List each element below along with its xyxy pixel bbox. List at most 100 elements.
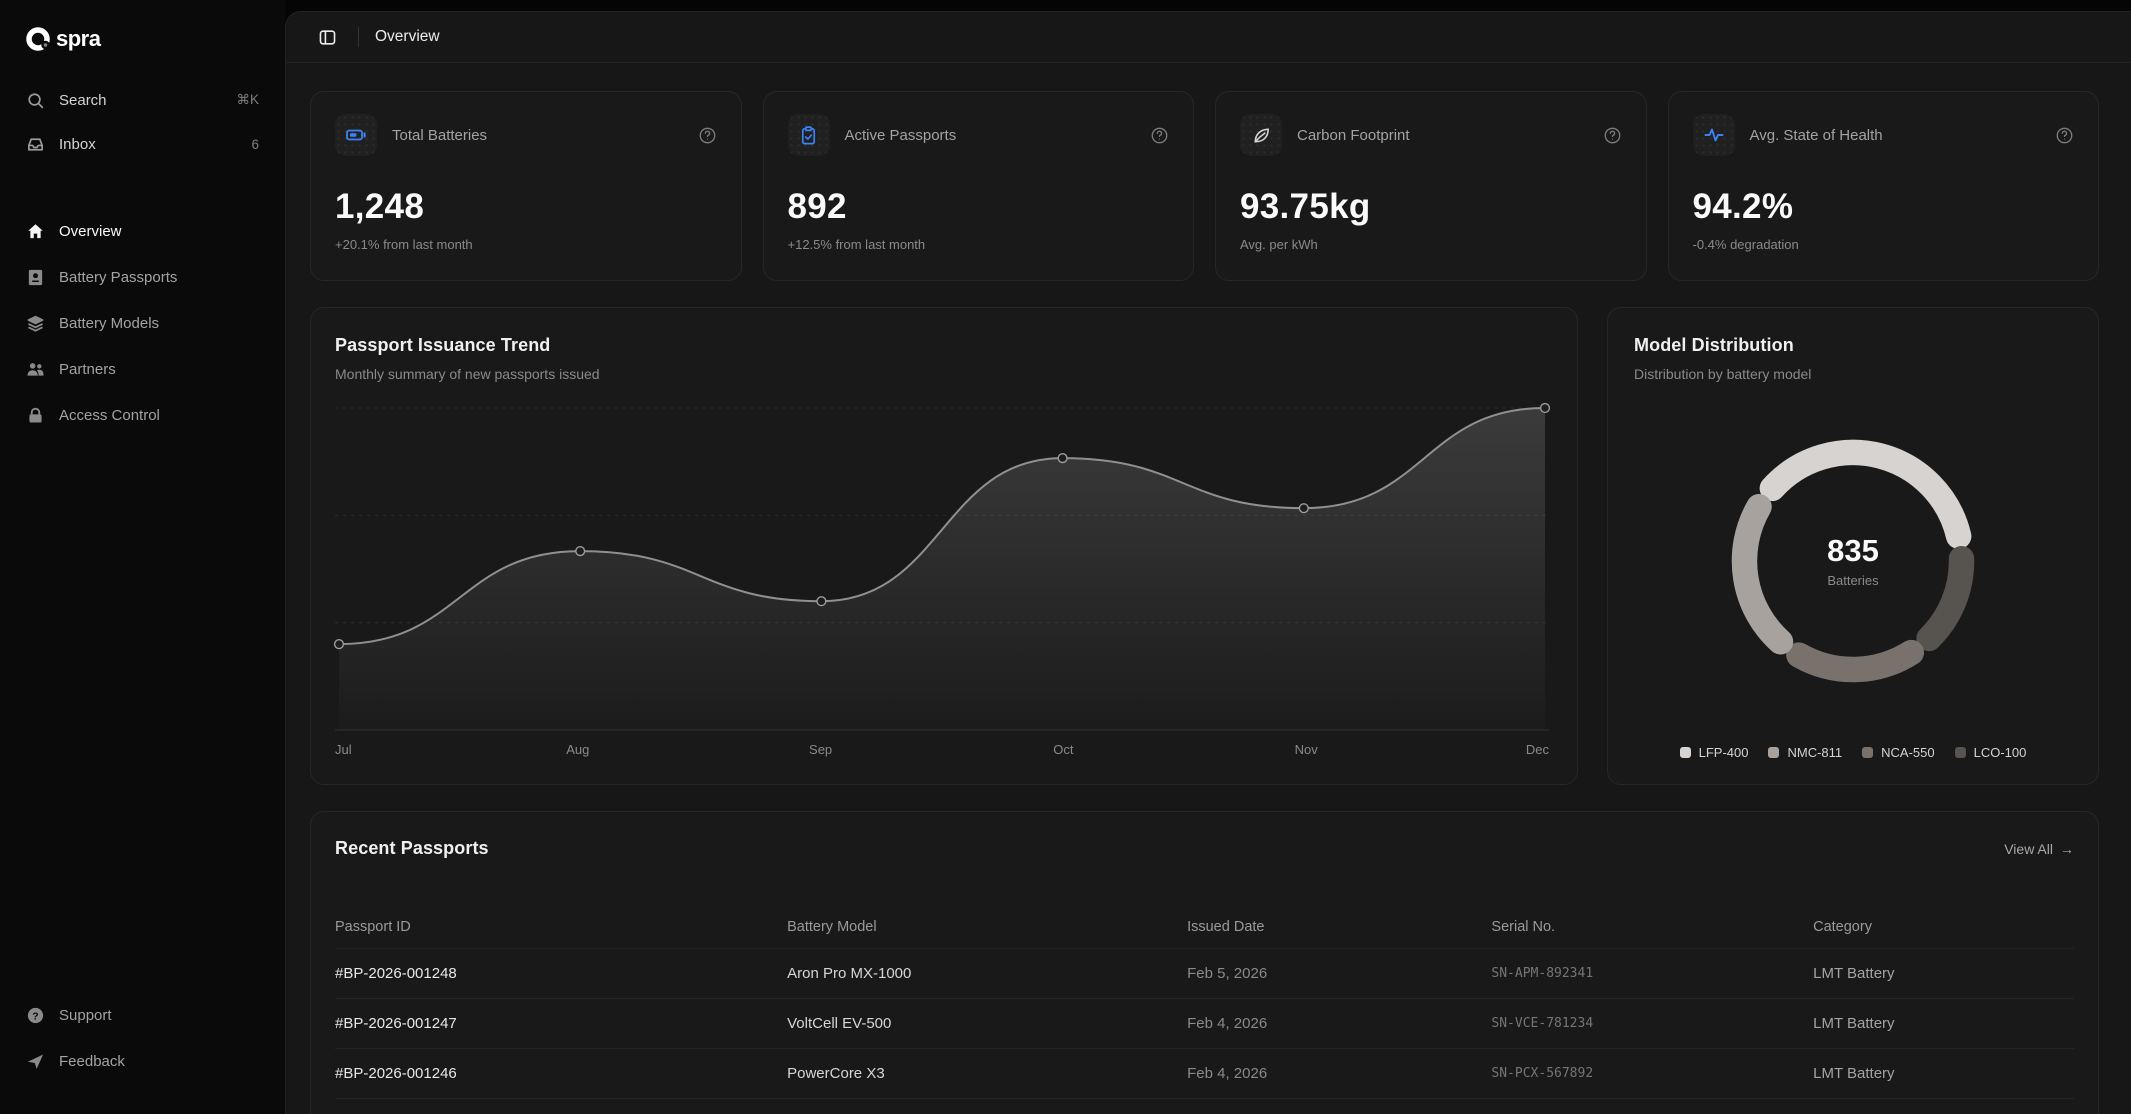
legend-label: NMC-811 bbox=[1787, 745, 1842, 760]
help-icon[interactable] bbox=[1603, 126, 1622, 145]
legend-label: LFP-400 bbox=[1699, 745, 1749, 760]
x-tick: Jul bbox=[335, 742, 352, 757]
sidebar-item-battery-passports[interactable]: Battery Passports bbox=[22, 260, 263, 294]
legend-swatch bbox=[1862, 747, 1873, 758]
feedback-label: Feedback bbox=[59, 1053, 125, 1070]
stat-card-total-batteries: Total Batteries 1,248 +20.1% from last m… bbox=[310, 91, 742, 281]
content: Total Batteries 1,248 +20.1% from last m… bbox=[286, 63, 2131, 1114]
page-title: Overview bbox=[375, 28, 440, 46]
cell-serial-no: SN-APM-892341 bbox=[1491, 966, 1813, 981]
donut-total: 835 bbox=[1827, 533, 1879, 569]
sidebar-toggle-button[interactable] bbox=[312, 22, 342, 52]
clipboard-check-icon bbox=[788, 114, 830, 156]
sidebar-item-access-control[interactable]: Access Control bbox=[22, 398, 263, 432]
legend-label: LCO-100 bbox=[1974, 745, 2027, 760]
sidebar-footer: ? Support Feedback bbox=[22, 998, 263, 1090]
brand-logo-icon bbox=[24, 24, 54, 54]
nav-label: Overview bbox=[59, 223, 122, 240]
cell-passport-id: #BP-2026-001247 bbox=[335, 1015, 787, 1032]
cell-issued-date: Feb 5, 2026 bbox=[1187, 965, 1491, 982]
donut-center: 835 Batteries bbox=[1827, 533, 1879, 588]
help-icon[interactable] bbox=[1150, 126, 1169, 145]
recent-passports-card: Recent Passports View All → Passport ID … bbox=[310, 811, 2099, 1114]
column-header: Passport ID bbox=[335, 919, 787, 935]
donut-caption: Batteries bbox=[1827, 573, 1879, 588]
cell-serial-no: SN-VCE-781234 bbox=[1491, 1016, 1813, 1031]
column-header: Serial No. bbox=[1491, 919, 1813, 935]
topbar: Overview bbox=[286, 12, 2131, 63]
users-icon bbox=[26, 360, 45, 379]
sidebar-item-inbox[interactable]: Inbox 6 bbox=[22, 128, 263, 160]
stat-value: 1,248 bbox=[335, 187, 717, 227]
table-row[interactable]: #BP-2026-001246 PowerCore X3 Feb 4, 2026… bbox=[335, 1049, 2074, 1098]
help-icon[interactable] bbox=[698, 126, 717, 145]
send-icon bbox=[26, 1052, 45, 1071]
stat-value: 892 bbox=[788, 187, 1170, 227]
cell-passport-id: #BP-2026-001246 bbox=[335, 1065, 787, 1082]
cell-category: LMT Battery bbox=[1813, 1065, 2074, 1082]
sidebar-nav: Overview Battery Passports Battery Model… bbox=[22, 214, 263, 444]
arrow-right-icon: → bbox=[2060, 841, 2074, 857]
table-title: Recent Passports bbox=[335, 838, 489, 859]
stat-subtext: -0.4% degradation bbox=[1693, 237, 2075, 252]
sidebar: spra Search ⌘K Inbox 6 Overview bbox=[0, 0, 285, 1114]
sidebar-item-support[interactable]: ? Support bbox=[22, 998, 263, 1032]
search-icon bbox=[26, 91, 45, 110]
lock-icon bbox=[26, 406, 45, 425]
cell-passport-id: #BP-2026-001248 bbox=[335, 965, 787, 982]
trend-subtitle: Monthly summary of new passports issued bbox=[335, 366, 1549, 382]
cell-battery-model: Aron Pro MX-1000 bbox=[787, 965, 1187, 982]
table-row[interactable]: #BP-2026-001247 VoltCell EV-500 Feb 4, 2… bbox=[335, 999, 2074, 1048]
stat-subtext: +20.1% from last month bbox=[335, 237, 717, 252]
brand-logo[interactable]: spra bbox=[22, 24, 263, 54]
stat-cards-row: Total Batteries 1,248 +20.1% from last m… bbox=[310, 91, 2099, 281]
cell-issued-date: Feb 4, 2026 bbox=[1187, 1015, 1491, 1032]
stat-value: 93.75kg bbox=[1240, 187, 1622, 227]
trend-chart-svg bbox=[335, 400, 1549, 732]
cell-category: LMT Battery bbox=[1813, 1015, 2074, 1032]
view-all-link[interactable]: View All → bbox=[2004, 841, 2074, 857]
leaf-icon bbox=[1240, 114, 1282, 156]
nav-label: Battery Passports bbox=[59, 269, 177, 286]
passport-icon bbox=[26, 268, 45, 287]
layers-icon bbox=[26, 314, 45, 333]
legend-label: NCA-550 bbox=[1881, 745, 1934, 760]
activity-icon bbox=[1693, 114, 1735, 156]
stat-value: 94.2% bbox=[1693, 187, 2075, 227]
stat-card-active-passports: Active Passports 892 +12.5% from last mo… bbox=[763, 91, 1195, 281]
inbox-icon bbox=[26, 135, 45, 154]
battery-icon bbox=[335, 114, 377, 156]
brand-name: spra bbox=[56, 26, 100, 52]
stat-subtext: Avg. per kWh bbox=[1240, 237, 1622, 252]
legend-swatch bbox=[1955, 747, 1966, 758]
main-area: Overview Total Batteries bbox=[285, 0, 2131, 1114]
donut-legend: LFP-400 NMC-811 NCA-550 LCO-100 bbox=[1634, 739, 2072, 764]
nav-label: Access Control bbox=[59, 407, 160, 424]
view-all-label: View All bbox=[2004, 841, 2053, 857]
x-tick: Sep bbox=[809, 742, 832, 757]
sidebar-item-search[interactable]: Search ⌘K bbox=[22, 84, 263, 116]
stat-card-carbon-footprint: Carbon Footprint 93.75kg Avg. per kWh bbox=[1215, 91, 1647, 281]
sidebar-item-overview[interactable]: Overview bbox=[22, 214, 263, 248]
column-header: Category bbox=[1813, 919, 2074, 935]
legend-item: LCO-100 bbox=[1955, 745, 2027, 760]
trend-title: Passport Issuance Trend bbox=[335, 335, 1549, 356]
stat-label: Avg. State of Health bbox=[1750, 127, 1883, 144]
distribution-subtitle: Distribution by battery model bbox=[1634, 366, 2072, 382]
donut-chart: 835 Batteries bbox=[1634, 382, 2072, 739]
nav-label: Battery Models bbox=[59, 315, 159, 332]
table-row[interactable]: #BP-2026-001248 Aron Pro MX-1000 Feb 5, … bbox=[335, 949, 2074, 998]
help-icon[interactable] bbox=[2055, 126, 2074, 145]
topbar-divider bbox=[358, 27, 359, 47]
legend-swatch bbox=[1680, 747, 1691, 758]
stat-subtext: +12.5% from last month bbox=[788, 237, 1170, 252]
legend-item: NCA-550 bbox=[1862, 745, 1934, 760]
cell-battery-model: VoltCell EV-500 bbox=[787, 1015, 1187, 1032]
legend-item: LFP-400 bbox=[1680, 745, 1749, 760]
sidebar-item-partners[interactable]: Partners bbox=[22, 352, 263, 386]
sidebar-item-battery-models[interactable]: Battery Models bbox=[22, 306, 263, 340]
charts-row: Passport Issuance Trend Monthly summary … bbox=[310, 307, 2099, 785]
trend-x-axis: Jul Aug Sep Oct Nov Dec bbox=[335, 742, 1549, 762]
sidebar-item-feedback[interactable]: Feedback bbox=[22, 1044, 263, 1078]
cell-serial-no: SN-PCX-567892 bbox=[1491, 1066, 1813, 1081]
